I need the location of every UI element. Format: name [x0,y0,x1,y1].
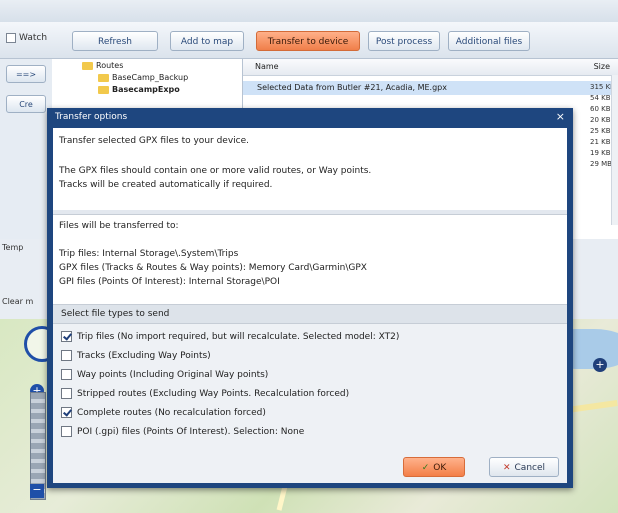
post-process-button[interactable]: Post process [368,31,440,51]
checkbox[interactable] [61,426,72,437]
watch-checkbox-box[interactable] [6,33,16,43]
transfer-to-device-button[interactable]: Transfer to device [256,31,360,51]
tree-node-expo[interactable]: BasecampExpo [98,85,180,94]
option-poi-files[interactable]: POI (.gpi) files (Points Of Interest). S… [61,426,304,437]
close-icon[interactable]: × [556,110,565,123]
temp-label: Temp [2,243,24,252]
tree-label: BaseCamp_Backup [112,73,189,82]
clear-label: Clear m [2,297,34,306]
cancel-label: Cancel [514,463,546,473]
file-list-scrollbar[interactable] [611,75,618,225]
file-types-group: Select file types to send Trip files (No… [53,304,567,483]
tree-node-routes[interactable]: Routes [82,61,123,70]
transfer-options-dialog: Transfer options × Transfer selected GPX… [47,108,573,488]
map-marker-icon[interactable]: + [593,358,607,372]
checkbox[interactable] [61,369,72,380]
checkbox[interactable] [61,331,72,342]
toolbar: Watch Refresh Add to map Transfer to dev… [0,22,618,59]
cancel-button[interactable]: ✕ Cancel [489,457,559,477]
group-header: Select file types to send [53,305,567,324]
folder-icon [98,85,109,94]
intro-text: Transfer selected GPX files to your devi… [59,136,250,146]
forward-button[interactable]: ==> [6,65,46,83]
option-label: POI (.gpi) files (Points Of Interest). S… [77,426,305,437]
additional-files-button[interactable]: Additional files [448,31,530,51]
option-stripped-routes[interactable]: Stripped routes (Excluding Way Points. R… [61,388,349,399]
file-row[interactable]: Selected Data from Butler #21, Acadia, M… [243,81,618,95]
add-to-map-button[interactable]: Add to map [170,31,244,51]
close-icon: ✕ [502,463,511,473]
destination-section: Files will be transferred to: Trip files… [53,214,567,301]
option-label: Stripped routes (Excluding Way Points. R… [77,388,350,399]
option-label: Tracks (Excluding Way Points) [77,350,211,361]
checkbox[interactable] [61,350,72,361]
checkbox[interactable] [61,388,72,399]
destination-trip: Trip files: Internal Storage\.System\Tri… [59,249,239,259]
tree-label: BasecampExpo [112,85,180,94]
note-text: Tracks will be created automatically if … [59,180,273,190]
file-list-header: Name Size [243,59,618,76]
dialog-body: Transfer selected GPX files to your devi… [53,128,567,483]
tree-label: Routes [96,61,124,70]
group-title: Select file types to send [61,309,170,319]
watch-label: Watch [19,33,48,43]
option-label: Way points (Including Original Way point… [77,369,269,380]
watch-checkbox[interactable]: Watch [6,33,47,43]
option-way-points[interactable]: Way points (Including Original Way point… [61,369,268,380]
checkmark-icon: ✓ [421,463,430,473]
note-text: The GPX files should contain one or more… [59,166,372,176]
destination-gpx: GPX files (Tracks & Routes & Way points)… [59,263,367,273]
size-column-header[interactable]: Size [594,62,610,71]
title-strip [0,0,618,22]
ok-label: OK [433,463,447,473]
file-name: Selected Data from Butler #21, Acadia, M… [257,83,447,92]
option-label: Complete routes (No recalculation forced… [77,407,266,418]
dialog-title: Transfer options [55,112,128,122]
left-panel: ==> Cre [0,59,53,239]
ok-button[interactable]: ✓ OK [403,457,465,477]
name-column-header[interactable]: Name [255,62,279,71]
refresh-button[interactable]: Refresh [72,31,158,51]
destination-header: Files will be transferred to: [59,221,179,231]
option-tracks[interactable]: Tracks (Excluding Way Points) [61,350,211,361]
zoom-out-icon[interactable]: − [30,484,44,498]
option-trip-files[interactable]: Trip files (No import required, but will… [61,331,399,342]
option-label: Trip files (No import required, but will… [77,331,400,342]
option-complete-routes[interactable]: Complete routes (No recalculation forced… [61,407,266,418]
tree-node-backup[interactable]: BaseCamp_Backup [98,73,188,82]
create-button[interactable]: Cre [6,95,46,113]
folder-icon [82,61,93,70]
destination-gpi: GPI files (Points Of Interest): Internal… [59,277,280,287]
intro-section: Transfer selected GPX files to your devi… [53,128,567,210]
checkbox[interactable] [61,407,72,418]
folder-icon [98,73,109,82]
